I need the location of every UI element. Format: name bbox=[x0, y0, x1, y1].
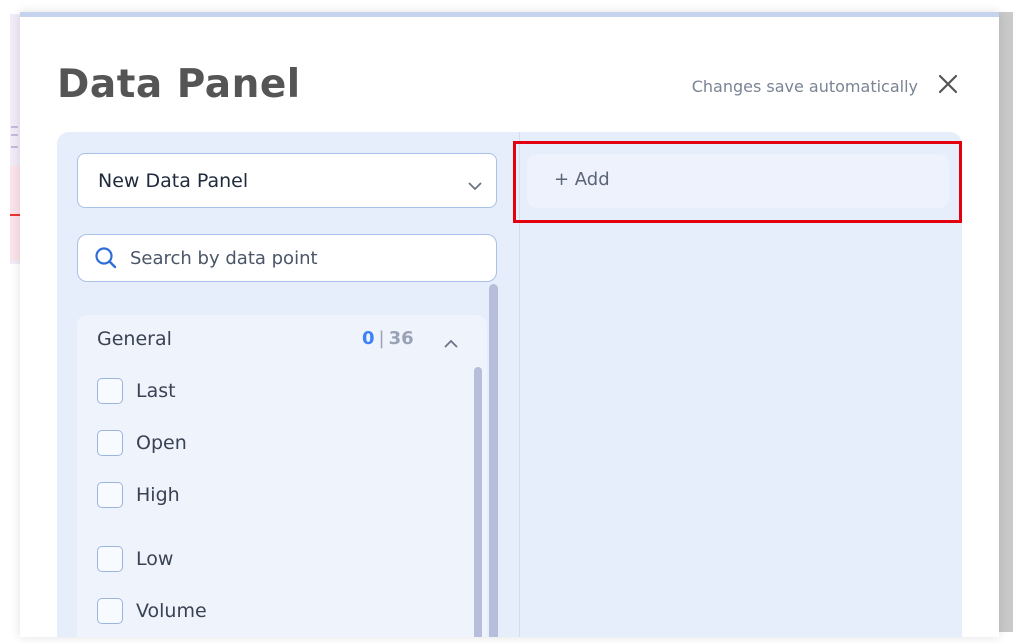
list-scrollbar[interactable] bbox=[489, 284, 498, 637]
column-divider bbox=[519, 132, 520, 637]
background-chart-line bbox=[10, 214, 20, 216]
group-header[interactable]: General 0 | 36 bbox=[77, 315, 487, 365]
count-separator: | bbox=[378, 328, 385, 349]
modal-title: Data Panel bbox=[57, 62, 301, 107]
page-scrollbar[interactable] bbox=[999, 12, 1013, 632]
checkbox[interactable] bbox=[97, 430, 123, 456]
data-panel-modal: Data Panel Changes save automatically Ne… bbox=[20, 12, 999, 637]
search-input[interactable] bbox=[128, 243, 482, 273]
autosave-note: Changes save automatically bbox=[691, 77, 918, 96]
data-panel-select[interactable]: New Data Panel bbox=[77, 153, 497, 208]
data-point-column: New Data Panel General bbox=[57, 132, 519, 637]
list-item-label: Low bbox=[136, 548, 174, 570]
panel-body: New Data Panel General bbox=[57, 132, 962, 637]
list-item[interactable]: Low bbox=[97, 546, 397, 576]
group-title: General bbox=[97, 328, 172, 350]
list-item[interactable]: High bbox=[97, 482, 397, 512]
background-tick bbox=[11, 126, 18, 128]
checkbox[interactable] bbox=[97, 598, 123, 624]
background-tick bbox=[11, 134, 18, 136]
search-field[interactable] bbox=[77, 234, 497, 282]
add-data-point-button[interactable]: + Add bbox=[527, 154, 949, 208]
selected-count: 0 bbox=[362, 328, 375, 349]
checkbox[interactable] bbox=[97, 378, 123, 404]
group-count: 0 | 36 bbox=[362, 328, 414, 349]
list-item-label: Last bbox=[136, 380, 176, 402]
list-item[interactable]: Last bbox=[97, 378, 397, 408]
group-general: General 0 | 36 Last Open High bbox=[77, 315, 487, 637]
list-item[interactable]: Volume bbox=[97, 598, 397, 628]
chevron-down-icon bbox=[468, 176, 482, 191]
background-tick bbox=[11, 146, 18, 148]
list-item-label: High bbox=[136, 484, 180, 506]
data-panel-select-value: New Data Panel bbox=[98, 170, 249, 192]
list-item[interactable]: Open bbox=[97, 430, 397, 460]
group-scrollbar[interactable] bbox=[474, 367, 482, 637]
close-icon[interactable] bbox=[937, 73, 959, 95]
list-item-label: Volume bbox=[136, 600, 207, 622]
add-button-label: + Add bbox=[554, 169, 610, 190]
total-count: 36 bbox=[388, 328, 414, 349]
search-icon bbox=[94, 246, 118, 270]
checkbox[interactable] bbox=[97, 546, 123, 572]
list-item-label: Open bbox=[136, 432, 187, 454]
chevron-up-icon[interactable] bbox=[443, 334, 459, 348]
checkbox[interactable] bbox=[97, 482, 123, 508]
background-app-sliver bbox=[10, 14, 20, 264]
